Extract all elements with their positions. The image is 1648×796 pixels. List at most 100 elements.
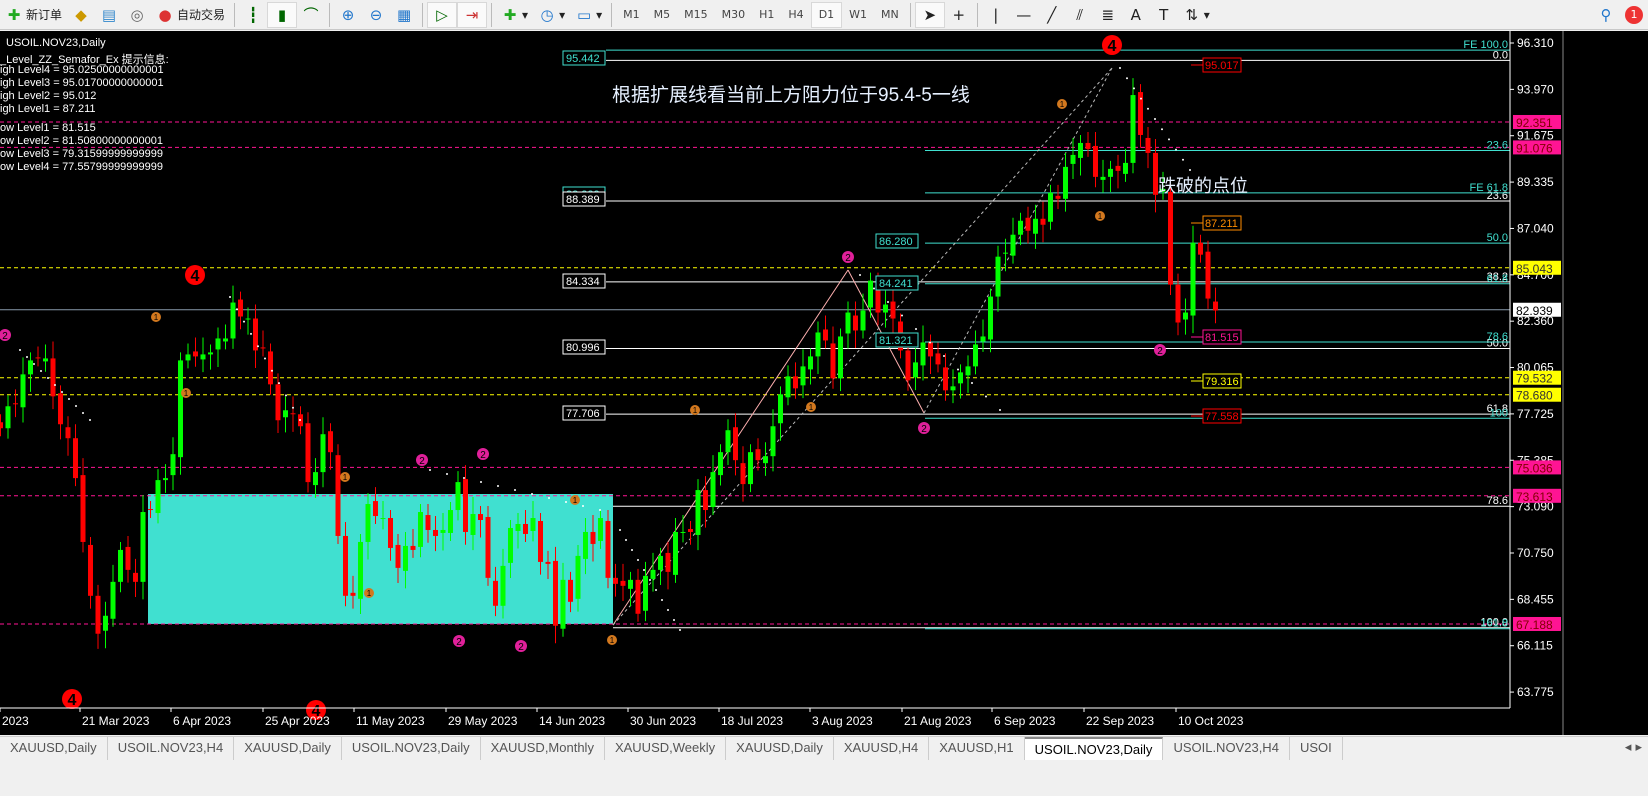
- date-tick-label: 14 Jun 2023: [539, 714, 605, 728]
- timeframe-h1[interactable]: H1: [752, 2, 781, 28]
- semafor-value: 87.211: [1205, 218, 1238, 230]
- search-button[interactable]: ⚲: [1592, 2, 1620, 28]
- timeframe-h4[interactable]: H4: [781, 2, 810, 28]
- fib-expansion-label: 100: [1490, 407, 1508, 419]
- equidistant-channel-tool[interactable]: ⫽: [1066, 2, 1094, 28]
- terminal-button[interactable]: ▤: [95, 2, 123, 28]
- semafor-level1-label: 1: [367, 589, 372, 598]
- candle-bear: [823, 329, 828, 341]
- current-level-value: 73.613: [1516, 490, 1553, 504]
- signals-button[interactable]: ◎: [123, 2, 151, 28]
- fib-expansion-label: 78.6: [1487, 331, 1508, 343]
- line-chart-button[interactable]: ⌒: [297, 2, 325, 28]
- chart-tab[interactable]: XAUUSD,H1: [929, 737, 1025, 760]
- candlestick-button[interactable]: ▮: [267, 1, 298, 28]
- indicator-info-line: igh Level1 = 87.211: [0, 103, 96, 115]
- vertical-line-tool[interactable]: |: [982, 2, 1010, 28]
- date-tick-label: 30 Jun 2023: [630, 714, 696, 728]
- timeframe-d1[interactable]: D1: [810, 1, 843, 28]
- candle-bull: [140, 512, 146, 582]
- semafor-level1-label: 1: [184, 389, 189, 398]
- timeframe-mn[interactable]: MN: [874, 2, 906, 28]
- sar-dot: [1189, 169, 1191, 171]
- candle-bull: [628, 579, 633, 589]
- timeframe-m1[interactable]: M1: [616, 2, 647, 28]
- candle-bull: [1070, 154, 1076, 164]
- candle-bear: [1213, 301, 1218, 311]
- candle-bull: [163, 478, 168, 481]
- timeframe-m15[interactable]: M15: [677, 2, 715, 28]
- chart-tab[interactable]: XAUUSD,Daily: [234, 737, 342, 760]
- price-chart[interactable]: 0.0 23.6 38.2 50.0 61.8 78.6 100.0 FE 100.0 23.6…: [0, 31, 1648, 735]
- chart-tab[interactable]: USOIL.NOV23,Daily: [1024, 737, 1164, 760]
- crosshair-tool[interactable]: +: [945, 2, 973, 28]
- chart-tab[interactable]: XAUUSD,Monthly: [481, 737, 605, 760]
- candle-bull: [448, 510, 453, 533]
- candle-bear: [1175, 284, 1181, 323]
- candle-bull: [650, 569, 656, 579]
- timeframe-m30[interactable]: M30: [715, 2, 753, 28]
- candle-bull: [643, 575, 648, 611]
- bar-chart-button[interactable]: ┇: [239, 2, 267, 28]
- tab-scroll-arrows[interactable]: ◂ ▸: [1619, 737, 1648, 760]
- periods-button[interactable]: ◷ ▾: [533, 2, 570, 28]
- candle-bear: [755, 449, 761, 461]
- sar-dot: [278, 382, 280, 385]
- candle-bull: [1063, 166, 1068, 199]
- auto-trade-icon: ●: [158, 5, 172, 24]
- semafor-level2-label: 2: [845, 253, 851, 264]
- horizontal-line-tool[interactable]: —: [1010, 2, 1038, 28]
- tile-windows-button[interactable]: ▦: [390, 2, 418, 28]
- indicator-info-line: igh Level4 = 95.02500000000001: [0, 64, 164, 76]
- chart-tab[interactable]: USOIL.NOV23,Daily: [342, 737, 481, 760]
- market-watch-button[interactable]: ◆: [67, 2, 95, 28]
- zoom-in-button[interactable]: ⊕: [334, 2, 362, 28]
- candle-bear: [13, 403, 18, 405]
- candle-bull: [995, 256, 1001, 297]
- candle-bear: [373, 501, 378, 517]
- chart-tab[interactable]: XAUUSD,H4: [834, 737, 930, 760]
- semafor-level1-label: 1: [343, 473, 348, 482]
- sar-dot: [1133, 87, 1135, 90]
- auto-trade-button[interactable]: ● 自动交易: [151, 2, 230, 28]
- templates-button[interactable]: ▭ ▾: [570, 2, 607, 28]
- price-tick-label: 87.040: [1517, 221, 1554, 235]
- sar-dot: [625, 539, 627, 541]
- candle-bear: [1198, 242, 1203, 255]
- sar-dot: [548, 497, 550, 499]
- candle-bear: [1093, 145, 1098, 177]
- candle-bear: [238, 299, 243, 317]
- candle-bear: [88, 544, 93, 596]
- chart-tab[interactable]: USOI: [1290, 737, 1343, 760]
- vertical-line-icon: |: [993, 5, 999, 24]
- chart-tab[interactable]: USOIL.NOV23,H4: [1163, 737, 1290, 760]
- current-level-value: 92.351: [1516, 116, 1553, 130]
- indicator-info-line: igh Level3 = 95.01700000000001: [0, 77, 164, 89]
- chart-tab[interactable]: XAUUSD,Weekly: [605, 737, 727, 760]
- sar-dot: [859, 274, 861, 276]
- candle-bull: [778, 394, 783, 424]
- zoom-out-button[interactable]: ⊖: [362, 2, 390, 28]
- sar-dot: [26, 356, 28, 358]
- fibonacci-tool[interactable]: ≣: [1094, 2, 1122, 28]
- price-box-value: 95.442: [566, 53, 600, 65]
- candle-bear: [328, 431, 333, 453]
- candle-bear: [275, 384, 281, 421]
- new-order-button[interactable]: ✚ 新订单: [0, 2, 67, 28]
- text-label-tool[interactable]: T: [1150, 2, 1178, 28]
- chart-tab[interactable]: XAUUSD,Daily: [726, 737, 834, 760]
- timeframe-w1[interactable]: W1: [842, 2, 874, 28]
- price-box-value: 77.706: [566, 408, 600, 420]
- chart-shift-button[interactable]: ⇥: [457, 1, 488, 28]
- indicators-button[interactable]: ✚ ▾: [496, 2, 533, 28]
- cursor-tool[interactable]: ➤: [914, 1, 945, 28]
- timeframe-m5[interactable]: M5: [647, 2, 678, 28]
- trendline-tool[interactable]: ╱: [1038, 2, 1066, 28]
- chart-tab[interactable]: XAUUSD,Daily: [0, 737, 108, 760]
- auto-scroll-button[interactable]: ▷: [427, 1, 458, 28]
- notifications-button[interactable]: 1: [1620, 2, 1648, 28]
- arrows-tool[interactable]: ⇅ ▾: [1178, 2, 1215, 28]
- candle-bull: [695, 490, 701, 535]
- text-tool[interactable]: A: [1122, 2, 1150, 28]
- chart-tab[interactable]: USOIL.NOV23,H4: [108, 737, 235, 760]
